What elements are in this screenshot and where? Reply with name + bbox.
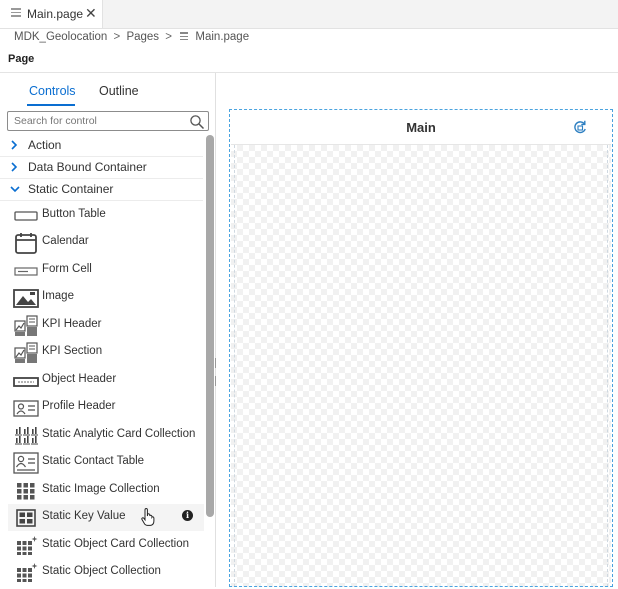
- search-input[interactable]: [12, 114, 186, 128]
- file-lines-icon: [180, 32, 189, 41]
- control-item-label: Object Header: [42, 373, 117, 385]
- profile-header-icon: [13, 397, 39, 419]
- control-item-label: Static Image Collection: [42, 483, 160, 495]
- control-item-static-contact-table[interactable]: Static Contact Table: [8, 449, 204, 476]
- control-item-label: Static Key Value: [42, 510, 126, 522]
- panel-tabs: Controls Outline: [0, 73, 215, 107]
- control-item-profile-header[interactable]: Profile Header: [8, 394, 204, 421]
- image-icon: [13, 287, 39, 309]
- control-item-label: Profile Header: [42, 400, 116, 412]
- control-item-label: Calendar: [42, 235, 89, 247]
- group-label: Data Bound Container: [28, 160, 147, 174]
- control-item-static-image-collection[interactable]: Static Image Collection: [8, 477, 204, 504]
- kpi-header-icon: [13, 315, 39, 337]
- chevron-down-icon: [9, 182, 20, 194]
- breadcrumb-separator: >: [165, 31, 172, 43]
- tab-controls[interactable]: Controls: [29, 84, 76, 98]
- control-item-label: Form Cell: [42, 263, 92, 275]
- group-label: Action: [28, 138, 62, 152]
- file-lines-icon: [11, 8, 21, 18]
- analytic-card-icon: [13, 425, 39, 447]
- contact-table-icon: [13, 452, 39, 474]
- group-label: Static Container: [28, 182, 114, 196]
- image-collection-icon: [13, 480, 39, 502]
- kpi-section-icon: [13, 342, 39, 364]
- control-item-kpi-section[interactable]: KPI Section: [8, 339, 204, 366]
- breadcrumb-folder[interactable]: Pages: [126, 31, 159, 43]
- control-item-calendar[interactable]: Calendar: [8, 229, 204, 256]
- page-canvas-frame: [229, 109, 613, 587]
- search-box: [7, 111, 209, 131]
- editor-tab-main-page[interactable]: Main.page ✕: [0, 0, 103, 28]
- control-item-label: Static Contact Table: [42, 455, 145, 467]
- calendar-icon: [13, 232, 39, 254]
- control-item-label: KPI Header: [42, 318, 102, 330]
- control-item-object-header[interactable]: Object Header: [8, 367, 204, 394]
- control-item-label: Static Analytic Card Collection: [42, 428, 196, 440]
- hand-cursor-icon: [141, 507, 155, 526]
- object-card-icon: [13, 535, 39, 557]
- control-item-label: Static Object Card Collection: [42, 538, 190, 550]
- control-item-static-object-collection[interactable]: Static Object Collection: [8, 559, 204, 586]
- control-item-button-table[interactable]: Button Table: [8, 202, 204, 229]
- breadcrumb-file[interactable]: Main.page: [195, 31, 249, 43]
- control-item-label: Static Object Collection: [42, 565, 161, 577]
- info-icon[interactable]: i: [182, 510, 193, 521]
- close-icon[interactable]: ✕: [85, 5, 97, 22]
- scrollbar-thumb[interactable]: [206, 135, 214, 517]
- control-item-label: KPI Section: [42, 345, 103, 357]
- active-tab-indicator: [27, 104, 75, 106]
- chevron-right-icon: [9, 138, 19, 150]
- splitter-handle[interactable]: [215, 355, 218, 386]
- tab-outline[interactable]: Outline: [99, 84, 139, 98]
- group-data-bound-container[interactable]: Data Bound Container: [0, 156, 203, 179]
- control-item-static-analytic-card-collection[interactable]: Static Analytic Card Collection: [8, 422, 204, 449]
- button-table-icon: [13, 205, 39, 227]
- object-collection-icon: [13, 562, 39, 584]
- group-static-container[interactable]: Static Container: [0, 178, 203, 201]
- object-header-icon: [13, 370, 39, 392]
- group-action[interactable]: Action: [0, 134, 203, 157]
- form-cell-icon: [13, 260, 39, 282]
- chevron-right-icon: [9, 160, 19, 172]
- control-item-form-cell[interactable]: Form Cell: [8, 257, 204, 284]
- breadcrumb-project[interactable]: MDK_Geolocation: [14, 31, 107, 43]
- editor-tab-label: Main.page: [27, 7, 84, 21]
- control-item-image[interactable]: Image: [8, 284, 204, 311]
- breadcrumb-separator: >: [113, 31, 121, 43]
- control-item-kpi-header[interactable]: KPI Header: [8, 312, 204, 339]
- control-item-static-object-card-collection[interactable]: Static Object Card Collection: [8, 532, 204, 559]
- control-item-static-key-value[interactable]: Static Key Value i: [8, 504, 204, 531]
- control-item-label: Button Table: [42, 208, 106, 220]
- key-value-icon: [13, 507, 39, 529]
- breadcrumb: MDK_Geolocation > Pages > Main.page: [14, 31, 249, 43]
- page-section-title: Page: [8, 53, 35, 65]
- search-icon[interactable]: [189, 114, 205, 130]
- control-item-label: Image: [42, 290, 74, 302]
